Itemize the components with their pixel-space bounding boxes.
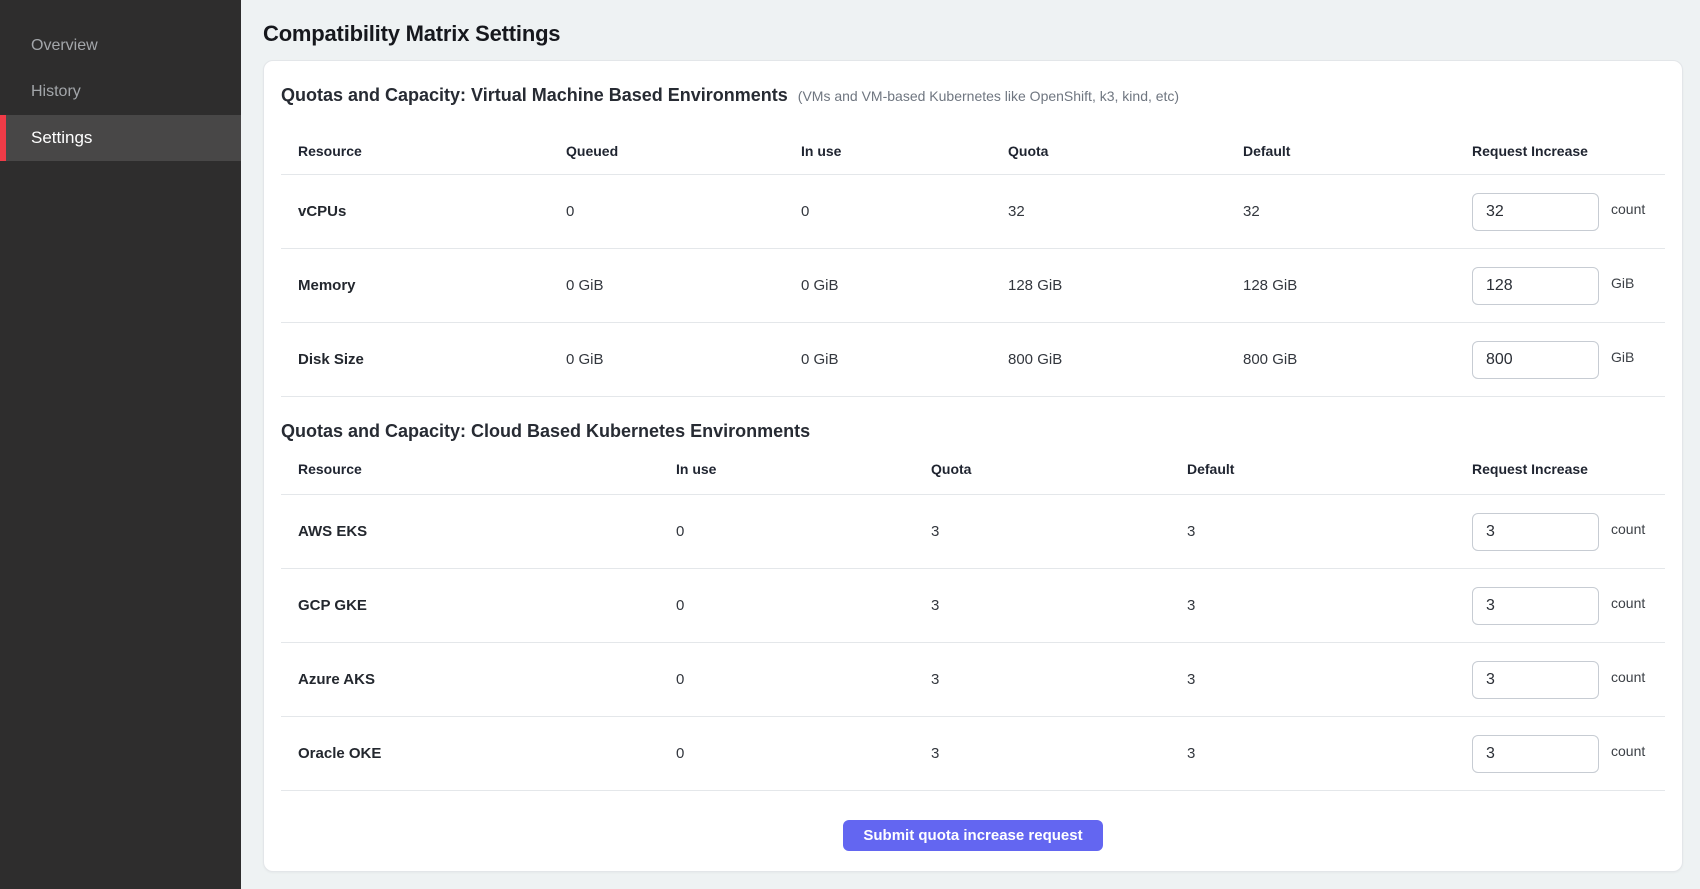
- table-row-gcp-gke: GCP GKE 0 3 3 count: [281, 569, 1665, 643]
- queued-value: 0 GiB: [566, 277, 801, 294]
- column-header-in-use: In use: [801, 143, 1008, 159]
- quota-value: 800 GiB: [1008, 351, 1243, 368]
- quota-value: 128 GiB: [1008, 277, 1243, 294]
- vm-table-header-row: Resource Queued In use Quota Default Req…: [281, 127, 1665, 175]
- column-header-resource: Resource: [281, 461, 676, 477]
- resource-name: Disk Size: [281, 351, 566, 368]
- vm-section-title: Quotas and Capacity: Virtual Machine Bas…: [281, 83, 788, 107]
- quota-value: 3: [931, 597, 1187, 614]
- default-value: 32: [1243, 203, 1472, 220]
- in-use-value: 0: [676, 671, 931, 688]
- column-header-resource: Resource: [281, 143, 566, 159]
- sidebar-item-label: Overview: [31, 37, 98, 55]
- request-increase-cell: GiB: [1472, 267, 1665, 305]
- table-row-aws-eks: AWS EKS 0 3 3 count: [281, 495, 1665, 569]
- request-increase-input[interactable]: [1472, 513, 1599, 551]
- column-header-request-increase: Request Increase: [1472, 143, 1665, 159]
- resource-name: vCPUs: [281, 203, 566, 220]
- cloud-section-header: Quotas and Capacity: Cloud Based Kuberne…: [281, 419, 1665, 443]
- in-use-value: 0: [676, 523, 931, 540]
- cloud-section-title: Quotas and Capacity: Cloud Based Kuberne…: [281, 419, 810, 443]
- resource-name: GCP GKE: [281, 597, 676, 614]
- unit-label: count: [1611, 743, 1645, 759]
- table-row-disk-size: Disk Size 0 GiB 0 GiB 800 GiB 800 GiB Gi…: [281, 323, 1665, 397]
- in-use-value: 0 GiB: [801, 351, 1008, 368]
- column-header-in-use: In use: [676, 461, 931, 477]
- default-value: 3: [1187, 671, 1472, 688]
- default-value: 3: [1187, 523, 1472, 540]
- in-use-value: 0 GiB: [801, 277, 1008, 294]
- sidebar-item-settings[interactable]: Settings: [0, 115, 241, 161]
- resource-name: Memory: [281, 277, 566, 294]
- table-row-oracle-oke: Oracle OKE 0 3 3 count: [281, 717, 1665, 791]
- unit-label: count: [1611, 201, 1645, 217]
- quota-value: 3: [931, 745, 1187, 762]
- unit-label: count: [1611, 595, 1645, 611]
- request-increase-cell: count: [1472, 661, 1665, 699]
- quota-value: 3: [931, 523, 1187, 540]
- column-header-request-increase: Request Increase: [1472, 461, 1665, 477]
- vm-section-header: Quotas and Capacity: Virtual Machine Bas…: [281, 83, 1665, 107]
- request-increase-cell: count: [1472, 513, 1665, 551]
- request-increase-cell: count: [1472, 193, 1665, 231]
- cloud-table-header-row: Resource In use Quota Default Request In…: [281, 443, 1665, 495]
- resource-name: Oracle OKE: [281, 745, 676, 762]
- vm-quota-table: Resource Queued In use Quota Default Req…: [281, 127, 1665, 397]
- table-row-memory: Memory 0 GiB 0 GiB 128 GiB 128 GiB GiB: [281, 249, 1665, 323]
- default-value: 128 GiB: [1243, 277, 1472, 294]
- request-increase-input[interactable]: [1472, 341, 1599, 379]
- sidebar-item-label: History: [31, 83, 81, 101]
- resource-name: AWS EKS: [281, 523, 676, 540]
- column-header-default: Default: [1187, 461, 1472, 477]
- column-header-default: Default: [1243, 143, 1472, 159]
- column-header-quota: Quota: [931, 461, 1187, 477]
- request-increase-input[interactable]: [1472, 267, 1599, 305]
- in-use-value: 0: [801, 203, 1008, 220]
- sidebar-item-overview[interactable]: Overview: [0, 23, 241, 69]
- cloud-quota-table: Resource In use Quota Default Request In…: [281, 443, 1665, 791]
- main-content: Compatibility Matrix Settings Quotas and…: [241, 0, 1700, 889]
- settings-card: Quotas and Capacity: Virtual Machine Bas…: [263, 60, 1683, 872]
- page-title: Compatibility Matrix Settings: [263, 20, 1683, 48]
- quota-value: 3: [931, 671, 1187, 688]
- submit-quota-increase-button[interactable]: Submit quota increase request: [843, 820, 1102, 851]
- unit-label: count: [1611, 521, 1645, 537]
- quota-value: 32: [1008, 203, 1243, 220]
- submit-button-row: Submit quota increase request: [264, 820, 1682, 851]
- queued-value: 0: [566, 203, 801, 220]
- sidebar: Overview History Settings: [0, 0, 241, 889]
- sidebar-item-history[interactable]: History: [0, 69, 241, 115]
- sidebar-item-label: Settings: [31, 128, 92, 148]
- column-header-queued: Queued: [566, 143, 801, 159]
- vm-section-note: (VMs and VM-based Kubernetes like OpenSh…: [798, 88, 1179, 104]
- unit-label: GiB: [1611, 349, 1634, 365]
- request-increase-cell: count: [1472, 587, 1665, 625]
- queued-value: 0 GiB: [566, 351, 801, 368]
- request-increase-cell: count: [1472, 735, 1665, 773]
- request-increase-input[interactable]: [1472, 735, 1599, 773]
- request-increase-input[interactable]: [1472, 193, 1599, 231]
- in-use-value: 0: [676, 597, 931, 614]
- table-row-vcpus: vCPUs 0 0 32 32 count: [281, 175, 1665, 249]
- request-increase-input[interactable]: [1472, 661, 1599, 699]
- unit-label: GiB: [1611, 275, 1634, 291]
- request-increase-cell: GiB: [1472, 341, 1665, 379]
- column-header-quota: Quota: [1008, 143, 1243, 159]
- default-value: 800 GiB: [1243, 351, 1472, 368]
- default-value: 3: [1187, 745, 1472, 762]
- in-use-value: 0: [676, 745, 931, 762]
- default-value: 3: [1187, 597, 1472, 614]
- request-increase-input[interactable]: [1472, 587, 1599, 625]
- table-row-azure-aks: Azure AKS 0 3 3 count: [281, 643, 1665, 717]
- unit-label: count: [1611, 669, 1645, 685]
- resource-name: Azure AKS: [281, 671, 676, 688]
